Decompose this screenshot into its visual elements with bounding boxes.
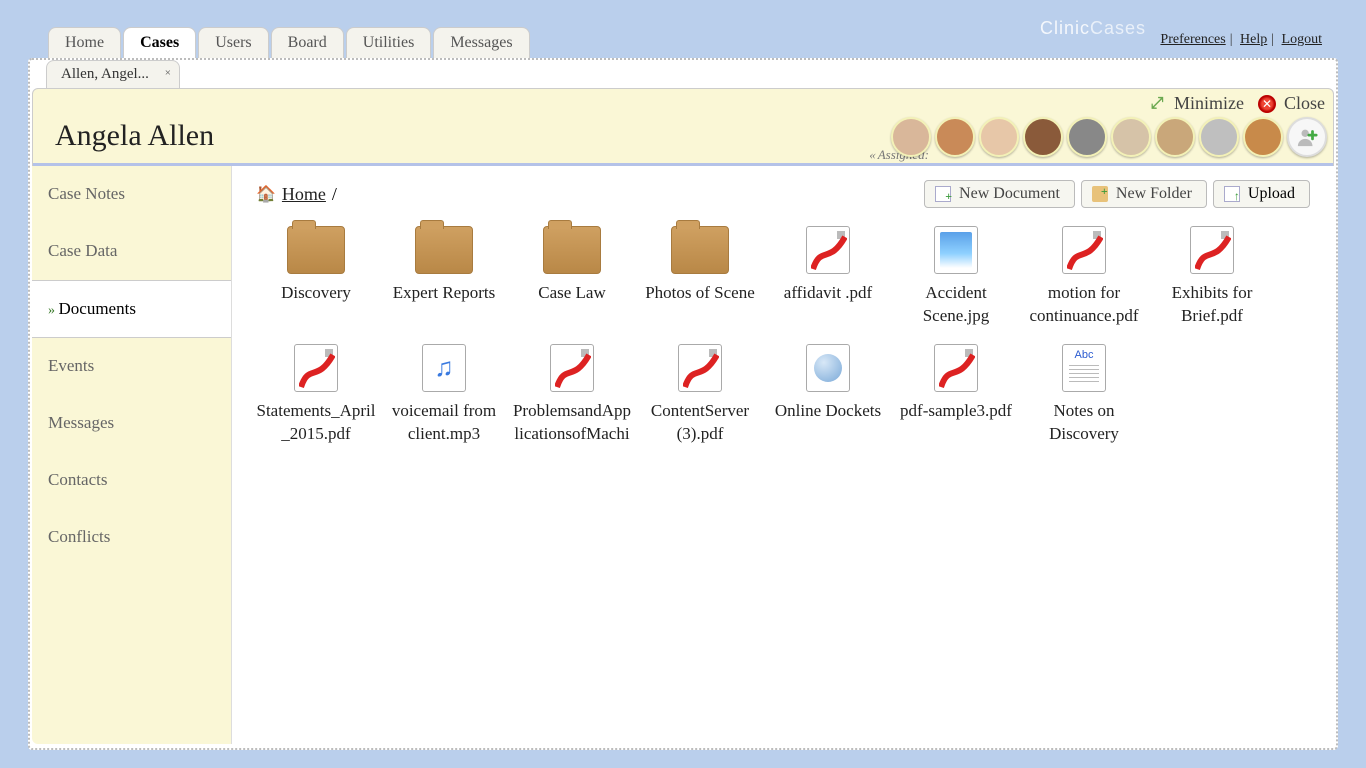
file-label: pdf-sample3.pdf (896, 400, 1016, 423)
web-file-icon (806, 344, 850, 392)
nav-messages[interactable]: Messages (433, 27, 529, 58)
avatar[interactable] (935, 117, 975, 157)
file-grid: Discovery Expert Reports Case Law Photos of… (256, 226, 1310, 446)
pdf-icon (550, 344, 594, 392)
file-item[interactable]: ProblemsandApplicationsofMachine (512, 344, 632, 446)
audio-file-icon: ♫ (422, 344, 466, 392)
minimize-icon: ⤢ (1148, 95, 1166, 113)
close-tab-icon[interactable]: × (165, 67, 171, 79)
home-icon: 🏠 (256, 184, 276, 204)
file-item[interactable]: ContentServer (3).pdf (640, 344, 760, 446)
minimize-button[interactable]: ⤢ Minimize (1148, 93, 1244, 114)
new-folder-button[interactable]: New Folder (1081, 180, 1207, 208)
file-item[interactable]: pdf-sample3.pdf (896, 344, 1016, 446)
file-item[interactable]: Statements_April_2015.pdf (256, 344, 376, 446)
file-label: motion for continuance.pdf (1024, 282, 1144, 328)
add-user-icon (1296, 126, 1318, 148)
avatar[interactable] (1111, 117, 1151, 157)
file-label: Case Law (512, 282, 632, 305)
sidebar-item-documents[interactable]: Documents (32, 280, 231, 338)
pdf-icon (1062, 226, 1106, 274)
sidebar-item-events[interactable]: Events (32, 338, 231, 395)
text-file-icon: Abc (1062, 344, 1106, 392)
nav-utilities[interactable]: Utilities (346, 27, 432, 58)
pdf-icon (678, 344, 722, 392)
new-document-button[interactable]: New Document (924, 180, 1075, 208)
new-document-icon (935, 186, 951, 202)
file-label: Statements_April_2015.pdf (256, 400, 376, 446)
folder-item[interactable]: Case Law (512, 226, 632, 328)
breadcrumb-home[interactable]: Home (282, 184, 326, 205)
link-logout[interactable]: Logout (1282, 32, 1322, 47)
avatar[interactable] (1067, 117, 1107, 157)
file-label: ProblemsandApplicationsofMachine (512, 400, 632, 446)
sidebar-item-conflicts[interactable]: Conflicts (32, 509, 231, 566)
nav-board[interactable]: Board (271, 27, 344, 58)
sidebar-item-case-notes[interactable]: Case Notes (32, 166, 231, 223)
file-label: voicemail from client.mp3 (384, 400, 504, 446)
pdf-icon (934, 344, 978, 392)
file-item[interactable]: Accident Scene.jpg (896, 226, 1016, 328)
new-folder-icon (1092, 186, 1108, 202)
case-title: Angela Allen (55, 119, 214, 153)
file-item[interactable]: Exhibits for Brief.pdf (1152, 226, 1272, 328)
file-label: Accident Scene.jpg (896, 282, 1016, 328)
case-sidebar: Case Notes Case Data Documents Events Me… (32, 166, 232, 744)
folder-item[interactable]: Photos of Scene (640, 226, 760, 328)
file-label: Notes on Discovery (1024, 400, 1144, 446)
file-item[interactable]: motion for continuance.pdf (1024, 226, 1144, 328)
file-label: ContentServer (3).pdf (640, 400, 760, 446)
sidebar-item-case-data[interactable]: Case Data (32, 223, 231, 280)
link-help[interactable]: Help (1240, 32, 1267, 47)
file-label: Expert Reports (384, 282, 504, 305)
pdf-icon (1190, 226, 1234, 274)
sidebar-item-messages[interactable]: Messages (32, 395, 231, 452)
nav-cases[interactable]: Cases (123, 27, 196, 58)
avatar[interactable] (1023, 117, 1063, 157)
file-item[interactable]: affidavit .pdf (768, 226, 888, 328)
folder-icon (415, 226, 473, 274)
upload-icon (1224, 186, 1240, 202)
folder-icon (543, 226, 601, 274)
avatar[interactable] (1155, 117, 1195, 157)
avatar[interactable] (1243, 117, 1283, 157)
avatar[interactable] (891, 117, 931, 157)
avatar[interactable] (979, 117, 1019, 157)
main-nav: Home Cases Users Board Utilities Message… (48, 27, 530, 58)
file-label: Exhibits for Brief.pdf (1152, 282, 1272, 328)
file-label: Discovery (256, 282, 376, 305)
file-label: Photos of Scene (640, 282, 760, 305)
documents-pane: 🏠 Home/ New Document New Folder (232, 166, 1334, 744)
close-button[interactable]: ✕ Close (1258, 93, 1325, 114)
nav-home[interactable]: Home (48, 27, 121, 58)
file-item[interactable]: Online Dockets (768, 344, 888, 446)
sidebar-item-contacts[interactable]: Contacts (32, 452, 231, 509)
image-file-icon (934, 226, 978, 274)
folder-icon (287, 226, 345, 274)
close-icon: ✕ (1258, 95, 1276, 113)
file-label: Online Dockets (768, 400, 888, 423)
file-item[interactable]: Abc Notes on Discovery (1024, 344, 1144, 446)
upload-button[interactable]: Upload (1213, 180, 1310, 208)
avatar[interactable] (1199, 117, 1239, 157)
breadcrumb: 🏠 Home/ (256, 184, 337, 205)
file-item[interactable]: ♫ voicemail from client.mp3 (384, 344, 504, 446)
add-assignee-button[interactable] (1287, 117, 1327, 157)
link-preferences[interactable]: Preferences (1160, 32, 1225, 47)
file-label: affidavit .pdf (768, 282, 888, 305)
app-logo: ClinicCases (1040, 18, 1146, 39)
folder-item[interactable]: Discovery (256, 226, 376, 328)
folder-icon (671, 226, 729, 274)
account-links: Preferences| Help| Logout (1156, 32, 1326, 48)
case-tab[interactable]: Allen, Angel... × (46, 60, 180, 88)
case-tab-label: Allen, Angel... (61, 66, 149, 82)
pdf-icon (294, 344, 338, 392)
case-header: ⤢ Minimize ✕ Close Angela Allen Assigned… (32, 88, 1334, 166)
assigned-avatars (891, 117, 1327, 157)
folder-item[interactable]: Expert Reports (384, 226, 504, 328)
nav-users[interactable]: Users (198, 27, 268, 58)
pdf-icon (806, 226, 850, 274)
